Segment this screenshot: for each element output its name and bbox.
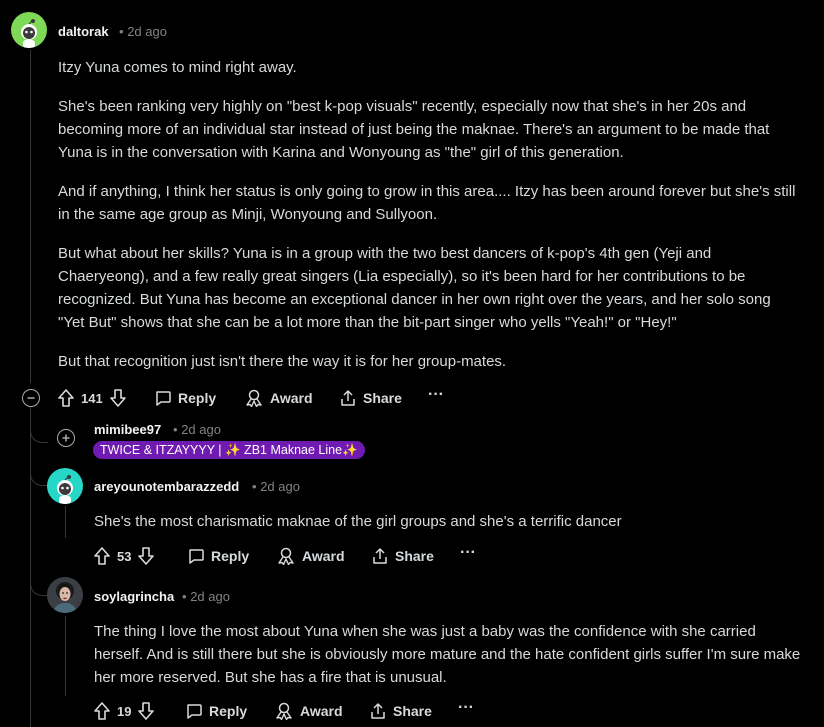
reply-connector — [30, 440, 48, 486]
upvote-icon[interactable] — [93, 546, 111, 566]
upvote-icon[interactable] — [57, 388, 75, 408]
share-label: Share — [395, 548, 434, 564]
more-options-icon: ··· — [428, 386, 444, 403]
profile-photo-icon — [47, 577, 83, 613]
thread-line-child — [65, 506, 66, 538]
timestamp: • 2d ago — [119, 24, 167, 39]
comment-paragraph: But what about her skills? Yuna is in a … — [58, 245, 771, 331]
username[interactable]: mimibee97 — [94, 422, 161, 437]
reply-button[interactable]: Reply — [185, 702, 247, 720]
time-text: 2d ago — [260, 479, 300, 494]
reply-connector — [30, 405, 48, 443]
minus-icon — [27, 397, 35, 399]
share-icon — [371, 703, 385, 719]
upvote-icon[interactable] — [93, 701, 111, 721]
timestamp: • 2d ago — [252, 479, 300, 494]
award-label: Award — [270, 390, 313, 406]
snoo-avatar-icon — [21, 19, 37, 48]
time-text: 2d ago — [190, 589, 230, 604]
comment-paragraph: The thing I love the most about Yuna whe… — [94, 623, 801, 686]
award-label: Award — [302, 548, 345, 564]
comment-paragraph: Itzy Yuna comes to mind right away. — [58, 59, 297, 76]
meta-separator: • — [252, 479, 257, 494]
more-options-icon: ··· — [460, 544, 476, 561]
meta-separator: • — [182, 589, 187, 604]
vote-controls: 141 — [57, 388, 127, 408]
share-button[interactable]: Share — [371, 547, 434, 565]
share-label: Share — [363, 390, 402, 406]
comment-body: Itzy Yuna comes to mind right away. She'… — [58, 56, 798, 389]
avatar[interactable] — [47, 577, 83, 613]
downvote-icon[interactable] — [109, 388, 127, 408]
more-options-icon: ··· — [458, 699, 474, 716]
timestamp: • 2d ago — [182, 589, 230, 604]
meta-separator: • — [173, 422, 178, 437]
time-text: 2d ago — [181, 422, 221, 437]
downvote-icon[interactable] — [137, 546, 155, 566]
comment-icon — [156, 391, 171, 406]
avatar[interactable] — [11, 12, 47, 48]
more-options-button[interactable]: ··· — [428, 386, 444, 404]
user-flair: TWICE & ITZAYYYY | ✨ ZB1 Maknae Line✨ — [93, 441, 365, 459]
comment-icon — [187, 704, 202, 719]
username[interactable]: soylagrincha — [94, 589, 174, 604]
comment-paragraph: She's been ranking very highly on "best … — [58, 98, 770, 161]
award-label: Award — [300, 703, 343, 719]
score: 141 — [81, 390, 103, 406]
vote-controls: 53 — [93, 546, 155, 566]
reply-button[interactable]: Reply — [187, 547, 249, 565]
snoo-avatar-icon — [57, 475, 73, 504]
username[interactable]: daltorak — [58, 24, 109, 39]
reply-label: Reply — [211, 548, 250, 564]
expand-thread-button[interactable] — [57, 429, 75, 447]
share-label: Share — [393, 703, 432, 719]
more-options-button[interactable]: ··· — [458, 699, 474, 717]
score: 19 — [117, 703, 132, 719]
award-icon — [278, 547, 294, 565]
collapse-thread-button[interactable] — [22, 389, 40, 407]
meta-separator: • — [119, 24, 124, 39]
reply-label: Reply — [178, 390, 217, 406]
comment-body: The thing I love the most about Yuna whe… — [94, 620, 804, 705]
score: 53 — [117, 548, 132, 564]
thread-line-main — [30, 50, 31, 383]
reply-connector — [30, 560, 48, 596]
username[interactable]: areyounotembarazzedd — [94, 479, 239, 494]
award-icon — [276, 702, 292, 720]
award-button[interactable]: Award — [276, 547, 345, 565]
award-button[interactable]: Award — [274, 702, 343, 720]
comment-body: She's the most charismatic maknae of the… — [94, 510, 804, 549]
time-text: 2d ago — [127, 24, 167, 39]
share-button[interactable]: Share — [339, 389, 402, 407]
share-button[interactable]: Share — [369, 702, 432, 720]
downvote-icon[interactable] — [137, 701, 155, 721]
comment-paragraph: And if anything, I think her status is o… — [58, 183, 796, 223]
share-icon — [341, 390, 355, 406]
reply-button[interactable]: Reply — [154, 389, 216, 407]
award-icon — [246, 389, 262, 407]
share-icon — [373, 548, 387, 564]
more-options-button[interactable]: ··· — [460, 544, 476, 562]
comment-icon — [189, 549, 204, 564]
plus-icon — [62, 434, 70, 442]
comment-paragraph: But that recognition just isn't there th… — [58, 353, 507, 370]
thread-line-child — [65, 616, 66, 696]
timestamp: • 2d ago — [173, 422, 221, 437]
avatar[interactable] — [47, 468, 83, 504]
award-button[interactable]: Award — [244, 389, 313, 407]
vote-controls: 19 — [93, 701, 155, 721]
comment-paragraph: She's the most charismatic maknae of the… — [94, 513, 622, 530]
reply-label: Reply — [209, 703, 248, 719]
